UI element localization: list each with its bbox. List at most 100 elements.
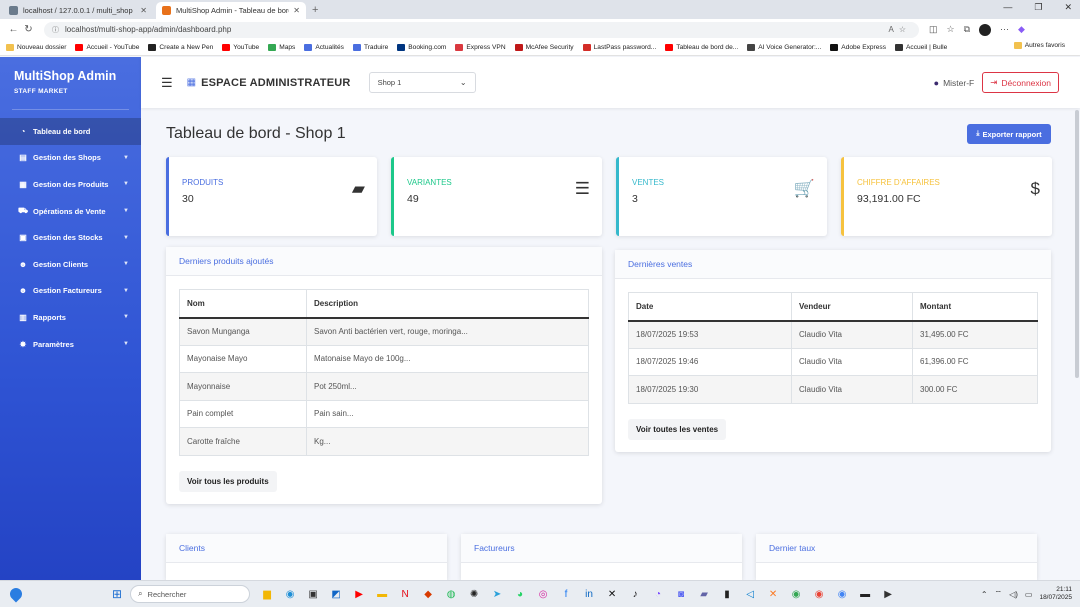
media-icon[interactable]: ▶ [879,585,897,603]
netflix-icon[interactable]: N [396,585,414,603]
x-icon[interactable]: ✕ [603,585,621,603]
close-icon[interactable]: ✕ [140,6,147,15]
browser-tab-active[interactable]: MultiShop Admin - Tableau de bord ✕ [156,2,306,19]
sidebar-item-8[interactable]: ✸ Paramètres ▼ [0,331,141,358]
sidebar-item-5[interactable]: ☻ Gestion Clients ▼ [0,251,141,278]
new-tab-icon[interactable]: + [312,2,318,19]
sidebar-item-1[interactable]: ▤ Gestion des Shops ▼ [0,145,141,172]
bookmark-item[interactable]: Actualités [304,44,344,51]
bookmark-item[interactable]: Accueil | Bulle [895,44,947,51]
info-icon[interactable]: ⓘ [52,25,59,35]
user-menu[interactable]: ● Mister-F [934,78,975,88]
view-all-sales-button[interactable]: Voir toutes les ventes [628,418,727,440]
favorites-icon[interactable]: ☆ [947,24,955,35]
instagram-icon[interactable]: ◎ [534,585,552,603]
chevron-up-icon[interactable]: ⌃ [981,590,988,599]
export-report-button[interactable]: ⤓ Exporter rapport [967,124,1051,144]
battery-icon[interactable]: ▭ [1025,590,1033,599]
logout-button[interactable]: ⇥ Déconnexion [982,72,1059,93]
sidebar-item-7[interactable]: ▥ Rapports ▼ [0,304,141,331]
network-icon[interactable]: ⌔ [995,589,1003,599]
chrome-profile-icon[interactable]: ◉ [810,585,828,603]
collections-icon[interactable]: ⧉ [964,24,970,35]
profile-avatar[interactable] [979,23,992,36]
other-favorites[interactable]: Autres favoris [1005,42,1065,49]
sidebar-item-4[interactable]: ▣ Gestion des Stocks ▼ [0,224,141,251]
bookmark-item[interactable]: YouTube [222,44,259,51]
back-icon[interactable]: ← [6,24,21,35]
maximize-icon[interactable]: ❐ [1034,2,1042,13]
whatsapp-icon[interactable]: ◕ [511,585,529,603]
stat-card: PRODUITS 30 ▰ [166,157,377,236]
bookmark-item[interactable]: LastPass password... [582,44,656,51]
sidebar-item-3[interactable]: ⛟ Opérations de Vente ▼ [0,198,141,225]
spotify-icon[interactable]: ◍ [442,585,460,603]
split-screen-icon[interactable]: ◫ [929,24,938,35]
bookmark-label: Traduire [363,44,389,51]
bookmark-item[interactable]: Maps [268,44,295,51]
sidebar-nav: ◔ Tableau de bord ▤ Gestion des Shops ▼ ▦ Gest… [0,109,141,357]
chatgpt-icon[interactable]: ✺ [465,585,483,603]
page-scrollbar[interactable] [1075,110,1079,378]
refresh-icon[interactable]: ↻ [21,24,36,35]
url-field[interactable]: ⓘ localhost/multi-shop-app/admin/dashboa… [44,21,919,38]
bookmark-item[interactable]: AI Voice Generator:... [747,44,821,51]
file-explorer-icon[interactable]: ▆ [258,585,276,603]
edge-icon[interactable]: ◉ [281,585,299,603]
teams-icon[interactable]: ▰ [695,585,713,603]
chrome-icon[interactable]: ◉ [787,585,805,603]
copilot-icon[interactable]: ◆ [1018,24,1025,35]
read-aloud-and-star-icons[interactable]: A☆ [888,25,911,34]
sidebar-item-0[interactable]: ◔ Tableau de bord [0,118,141,145]
header-title: ESPACE ADMINISTRATEUR [201,76,351,89]
sidebar-item-2[interactable]: ▦ Gestion des Produits ▼ [0,171,141,198]
minimize-icon[interactable]: — [1003,2,1012,13]
bookmark-item[interactable]: Accueil - YouTube [75,44,139,51]
stat-value: 30 [182,193,194,205]
tiktok-icon[interactable]: ♪ [626,585,644,603]
stat-label: PRODUITS [182,178,224,187]
bookmark-item[interactable]: Booking.com [397,44,446,51]
more-icon[interactable]: ⋯ [1000,24,1009,35]
shop-select[interactable]: Shop 1 ⌄ [368,72,476,93]
cmd-icon[interactable]: ▬ [856,585,874,603]
bookmark-item[interactable]: McAfee Security [514,44,574,51]
outlook-icon[interactable]: ◩ [327,585,345,603]
xampp-icon[interactable]: ✕ [764,585,782,603]
dernier-taux-card: Dernier taux [756,534,1037,580]
bookmark-item[interactable]: Nouveau dossier [6,44,66,51]
messenger-icon[interactable]: ◔ [649,585,667,603]
brand[interactable]: MultiShop Admin STAFF MARKET [0,57,141,109]
view-all-products-button[interactable]: Voir tous les produits [179,470,277,492]
folder-icon[interactable]: ▬ [373,585,391,603]
telegram-icon[interactable]: ➤ [488,585,506,603]
products-table: Nom Description Savon Munganga Savon Anti… [179,289,589,456]
volume-icon[interactable]: ◁) [1009,590,1018,599]
discord-icon[interactable]: ◙ [672,585,690,603]
taskbar-search[interactable]: ⌕ Rechercher [130,585,251,603]
sidebar-item-6[interactable]: ☻ Gestion Factureurs ▼ [0,278,141,305]
bookmark-label: Tableau de bord de... [676,44,739,51]
latest-sales-card: Dernières ventes Date Vendeur Montant 18… [615,250,1051,452]
weather-icon[interactable] [7,585,25,603]
youtube-icon[interactable]: ▶ [350,585,368,603]
vscode-icon[interactable]: ◁ [741,585,759,603]
office-icon[interactable]: ◆ [419,585,437,603]
store-icon[interactable]: ▣ [304,585,322,603]
bookmark-item[interactable]: Tableau de bord de... [665,44,738,51]
bookmark-item[interactable]: Adobe Express [830,44,886,51]
terminal-icon[interactable]: ▮ [718,585,736,603]
browser-tab[interactable]: localhost / 127.0.0.1 / multi_shop ✕ [3,2,153,19]
cart-icon: 🛒 [793,179,815,198]
clock[interactable]: 21:11 18/07/2025 [1039,586,1072,602]
menu-toggle-icon[interactable]: ☰ [161,75,173,91]
bookmark-item[interactable]: Traduire [352,44,389,51]
bookmark-item[interactable]: Create a New Pen [148,44,213,51]
bookmark-item[interactable]: Express VPN [455,44,506,51]
close-icon[interactable]: ✕ [293,6,300,15]
chrome-dev-icon[interactable]: ◉ [833,585,851,603]
linkedin-icon[interactable]: in [580,585,598,603]
windows-start-icon[interactable]: ⊞ [112,587,122,601]
facebook-icon[interactable]: f [557,585,575,603]
close-window-icon[interactable]: ✕ [1064,2,1072,13]
